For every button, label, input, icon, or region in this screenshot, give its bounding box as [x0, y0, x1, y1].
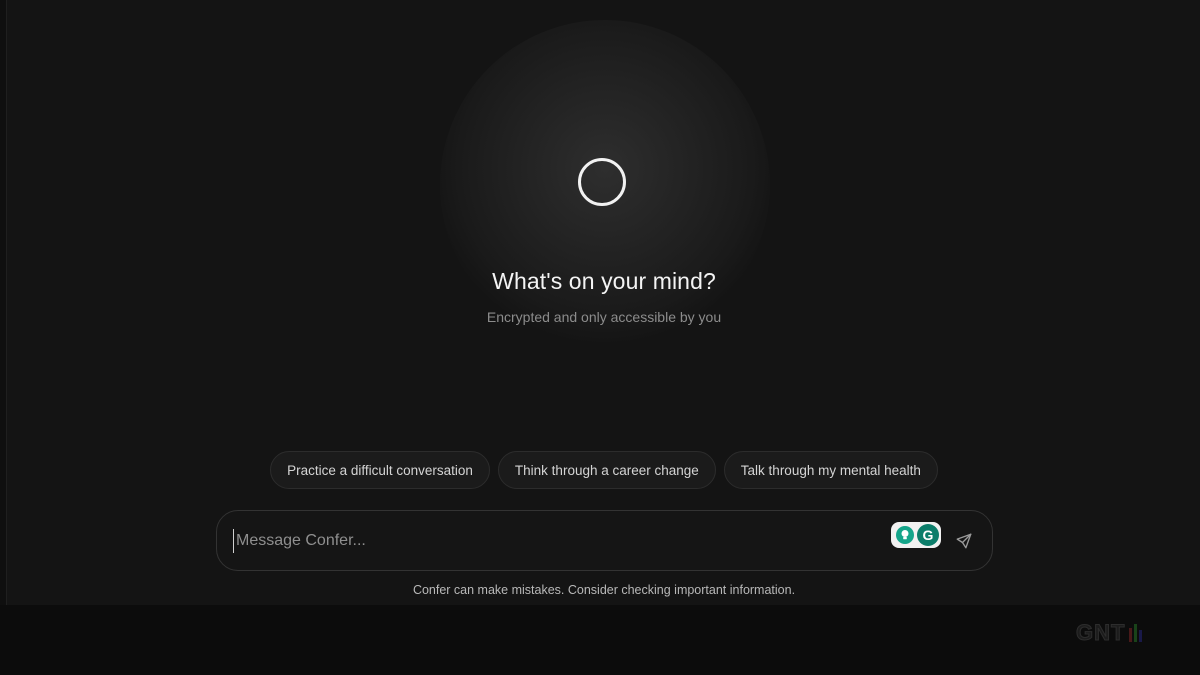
confer-logo-icon: [578, 158, 626, 206]
watermark-bars-icon: [1129, 620, 1143, 642]
grammarly-widget[interactable]: G: [891, 522, 941, 548]
message-input[interactable]: [233, 529, 876, 553]
send-icon: [956, 533, 972, 549]
watermark-text: GNT: [1075, 620, 1126, 646]
encryption-subtitle: Encrypted and only accessible by you: [486, 309, 722, 325]
lightbulb-icon[interactable]: [896, 526, 914, 544]
suggestion-chips: Practice a difficult conversation Think …: [0, 451, 1200, 489]
suggestion-chip-difficult-conversation[interactable]: Practice a difficult conversation: [270, 451, 490, 489]
suggestion-chip-career-change[interactable]: Think through a career change: [497, 451, 716, 489]
page-title: What's on your mind?: [492, 268, 716, 294]
disclaimer-text: Confer can make mistakes. Consider check…: [412, 583, 796, 597]
grammarly-icon[interactable]: G: [917, 524, 939, 546]
message-composer: G: [216, 510, 993, 571]
gnt-watermark: GNT: [1075, 616, 1143, 646]
send-button[interactable]: [953, 530, 975, 552]
suggestion-chip-mental-health[interactable]: Talk through my mental health: [723, 451, 938, 489]
sidebar-edge: [0, 0, 7, 605]
app-window: What's on your mind? Encrypted and only …: [0, 0, 1200, 605]
